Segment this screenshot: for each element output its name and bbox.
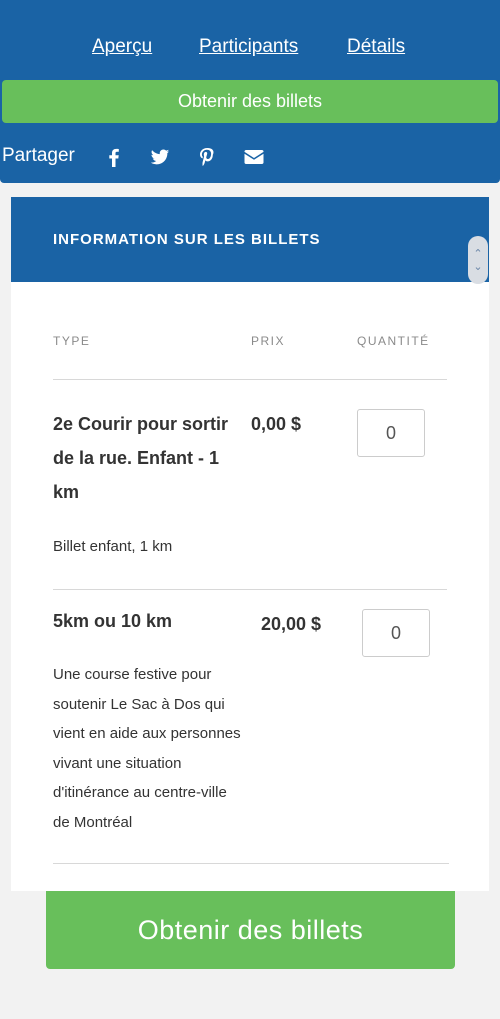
nav-participants-link[interactable]: Participants xyxy=(199,36,298,58)
get-tickets-button-top[interactable]: Obtenir des billets xyxy=(2,80,498,123)
chevron-up-icon[interactable]: ⌃ xyxy=(473,247,482,260)
nav-overview-link[interactable]: Aperçu xyxy=(92,36,152,58)
nav-details-link[interactable]: Détails xyxy=(347,36,405,58)
ticket-price: 20,00 $ xyxy=(261,614,322,634)
column-header-type: TYPE xyxy=(53,334,91,348)
ticket-info-header: INFORMATION SUR LES BILLETS ⌃ ⌄ xyxy=(11,197,489,284)
scroll-control[interactable]: ⌃ ⌄ xyxy=(468,236,488,284)
ticket-name: 5km ou 10 km xyxy=(53,611,173,631)
get-tickets-button-bottom[interactable]: Obtenir des billets xyxy=(46,891,455,969)
event-nav: Aperçu Participants Détails xyxy=(0,36,500,62)
facebook-icon[interactable] xyxy=(103,146,125,168)
share-label: Partager xyxy=(2,145,75,166)
ticket-info-panel: INFORMATION SUR LES BILLETS ⌃ ⌄ TYPE PRI… xyxy=(11,197,489,891)
twitter-icon[interactable] xyxy=(149,146,171,168)
divider xyxy=(53,589,447,590)
pinterest-icon[interactable] xyxy=(196,146,218,168)
event-header: Aperçu Participants Détails Obtenir des … xyxy=(0,0,500,183)
ticket-quantity-input[interactable] xyxy=(357,409,425,457)
ticket-info-title: INFORMATION SUR LES BILLETS xyxy=(53,231,321,248)
ticket-price: 0,00 $ xyxy=(251,414,302,434)
email-icon[interactable] xyxy=(243,146,265,168)
divider xyxy=(53,863,449,864)
share-bar: Partager xyxy=(2,143,302,171)
chevron-down-icon[interactable]: ⌄ xyxy=(473,260,482,273)
ticket-description: Une course festive pour soutenir Le Sac … xyxy=(53,666,241,831)
ticket-name: 2e Courir pour sortir de la rue. Enfant … xyxy=(53,414,229,502)
ticket-description: Billet enfant, 1 km xyxy=(53,538,173,555)
column-header-quantity: QUANTITÉ xyxy=(357,334,430,348)
ticket-quantity-input[interactable] xyxy=(362,609,430,657)
divider xyxy=(53,379,447,380)
column-header-price: PRIX xyxy=(251,334,286,348)
